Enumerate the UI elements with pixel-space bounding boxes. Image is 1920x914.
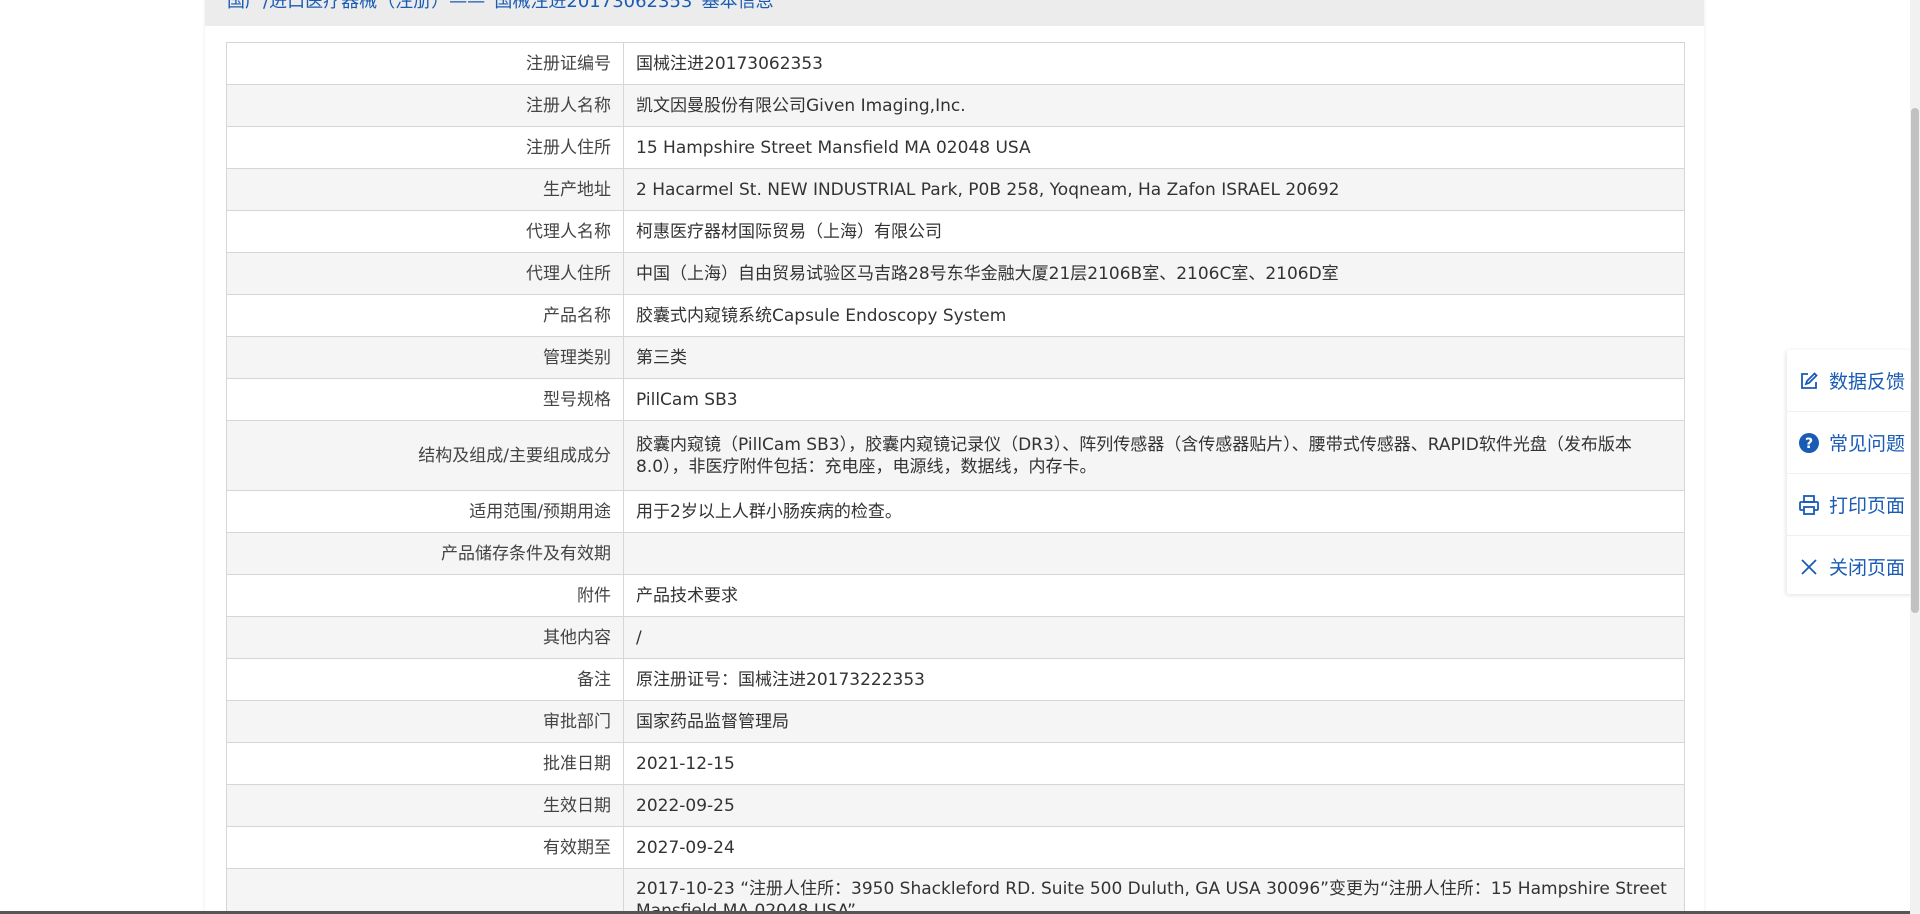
table-row: 生产地址 2 Hacarmel St. NEW INDUSTRIAL Park,… [226,168,1685,211]
row-label: 批准日期 [226,742,624,785]
row-value: 原注册证号：国械注进20173222353 [623,658,1685,701]
row-value: 中国（上海）自由贸易试验区马吉路28号东华金融大厦21层2106B室、2106C… [623,252,1685,295]
row-value: 2022-09-25 [623,784,1685,827]
row-value: / [623,616,1685,659]
table-row: 生效日期 2022-09-25 [226,784,1685,827]
table-row: 批准日期 2021-12-15 [226,742,1685,785]
row-value: 胶囊式内窥镜系统Capsule Endoscopy System [623,294,1685,337]
table-row: 附件 产品技术要求 [226,574,1685,617]
row-label: 审批部门 [226,700,624,743]
table-row: 适用范围/预期用途 用于2岁以上人群小肠疾病的检查。 [226,490,1685,533]
row-label: 生产地址 [226,168,624,211]
print-icon [1797,493,1821,517]
row-label: 其他内容 [226,616,624,659]
edit-icon [1797,369,1821,393]
row-label: 注册人名称 [226,84,624,127]
row-value: 15 Hampshire Street Mansfield MA 02048 U… [623,126,1685,169]
row-label: 附件 [226,574,624,617]
floating-toolbar: 数据反馈 ? 常见问题 打印页面 关闭页面 [1787,350,1917,594]
row-label: 注册人住所 [226,126,624,169]
row-label [226,868,624,914]
detail-panel: 国产/进口医疗器械（注册）——“国械注进20173062353”基本信息 注册证… [205,0,1704,914]
row-label: 代理人住所 [226,252,624,295]
print-button[interactable]: 打印页面 [1787,473,1917,535]
close-page-label: 关闭页面 [1829,557,1906,579]
row-value: 产品技术要求 [623,574,1685,617]
table-row: 有效期至 2027-09-24 [226,826,1685,869]
svg-text:?: ? [1805,436,1813,452]
table-row: 注册人名称 凯文因曼股份有限公司Given Imaging,Inc. [226,84,1685,127]
row-value: 2017-10-23 “注册人住所：3950 Shackleford RD. S… [623,868,1685,914]
table-row: 其他内容 / [226,616,1685,659]
table-row: 备注 原注册证号：国械注进20173222353 [226,658,1685,701]
row-value: 2 Hacarmel St. NEW INDUSTRIAL Park, P0B … [623,168,1685,211]
row-value [623,532,1685,575]
close-icon [1797,555,1821,579]
faq-label: 常见问题 [1829,433,1906,455]
close-page-button[interactable]: 关闭页面 [1787,535,1917,597]
info-table: 注册证编号 国械注进20173062353 注册人名称 凯文因曼股份有限公司Gi… [226,42,1685,914]
row-value: 胶囊内窥镜（PillCam SB3），胶囊内窥镜记录仪（DR3）、阵列传感器（含… [623,420,1685,491]
row-label: 生效日期 [226,784,624,827]
row-label: 适用范围/预期用途 [226,490,624,533]
table-row: 审批部门 国家药品监督管理局 [226,700,1685,743]
row-label: 代理人名称 [226,210,624,253]
row-label: 产品名称 [226,294,624,337]
row-value: 凯文因曼股份有限公司Given Imaging,Inc. [623,84,1685,127]
row-value: 国家药品监督管理局 [623,700,1685,743]
faq-button[interactable]: ? 常见问题 [1787,411,1917,473]
row-label: 有效期至 [226,826,624,869]
row-label: 管理类别 [226,336,624,379]
row-value: 柯惠医疗器材国际贸易（上海）有限公司 [623,210,1685,253]
table-row: 管理类别 第三类 [226,336,1685,379]
row-label: 型号规格 [226,378,624,421]
table-row: 注册证编号 国械注进20173062353 [226,42,1685,85]
page-title: 国产/进口医疗器械（注册）——“国械注进20173062353”基本信息 [227,0,774,12]
row-value: 2027-09-24 [623,826,1685,869]
table-row: 注册人住所 15 Hampshire Street Mansfield MA 0… [226,126,1685,169]
row-label: 结构及组成/主要组成成分 [226,420,624,491]
row-value: 第三类 [623,336,1685,379]
row-value: PillCam SB3 [623,378,1685,421]
print-label: 打印页面 [1829,495,1906,517]
row-label: 产品储存条件及有效期 [226,532,624,575]
table-row: 产品名称 胶囊式内窥镜系统Capsule Endoscopy System [226,294,1685,337]
scrollbar-thumb[interactable] [1911,108,1919,613]
table-row: 代理人名称 柯惠医疗器材国际贸易（上海）有限公司 [226,210,1685,253]
row-label: 备注 [226,658,624,701]
table-row: 结构及组成/主要组成成分 胶囊内窥镜（PillCam SB3），胶囊内窥镜记录仪… [226,420,1685,491]
question-icon: ? [1797,431,1821,455]
table-row: 2017-10-23 “注册人住所：3950 Shackleford RD. S… [226,868,1685,914]
feedback-label: 数据反馈 [1829,371,1906,393]
row-value: 用于2岁以上人群小肠疾病的检查。 [623,490,1685,533]
row-label: 注册证编号 [226,42,624,85]
table-row: 代理人住所 中国（上海）自由贸易试验区马吉路28号东华金融大厦21层2106B室… [226,252,1685,295]
feedback-button[interactable]: 数据反馈 [1787,350,1917,411]
table-row: 型号规格 PillCam SB3 [226,378,1685,421]
panel-header: 国产/进口医疗器械（注册）——“国械注进20173062353”基本信息 [205,0,1704,26]
row-value: 国械注进20173062353 [623,42,1685,85]
vertical-scrollbar[interactable] [1910,0,1920,914]
table-row: 产品储存条件及有效期 [226,532,1685,575]
row-value: 2021-12-15 [623,742,1685,785]
